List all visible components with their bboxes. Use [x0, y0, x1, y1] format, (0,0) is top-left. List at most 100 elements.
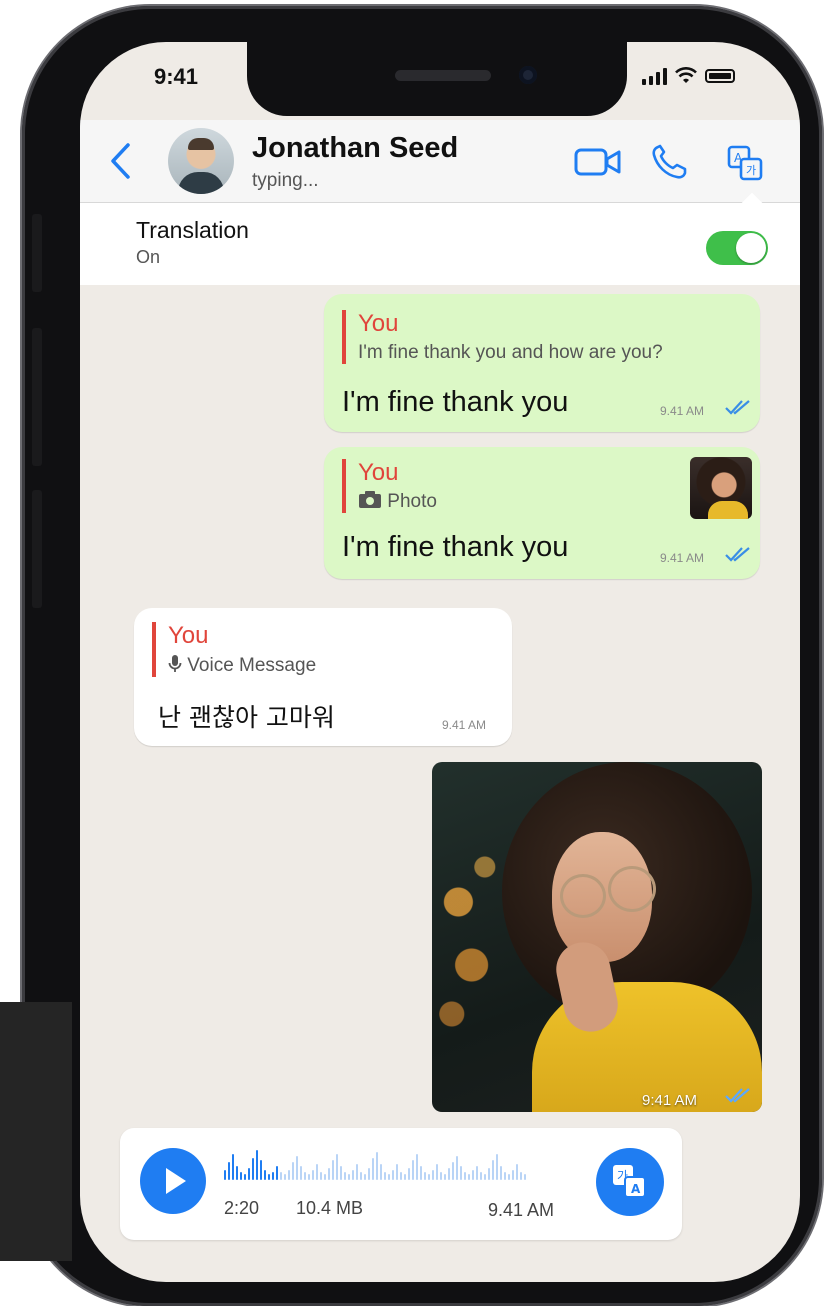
waveform-bar: [444, 1174, 446, 1180]
waveform-bar: [432, 1170, 434, 1180]
reply-quote: You I'm fine thank you and how are you?: [342, 310, 663, 364]
waveform-bar: [328, 1168, 330, 1180]
photo-time: 9:41 AM: [642, 1092, 698, 1109]
voice-time: 9.41 AM: [488, 1200, 555, 1220]
screen: 9:41 Jonathan Seed typing... A 가 Transla…: [80, 42, 800, 1282]
status-icons: [642, 64, 735, 88]
avatar[interactable]: [168, 128, 234, 194]
waveform-bar: [360, 1172, 362, 1180]
waveform-bar: [296, 1156, 298, 1180]
cellular-signal-icon: [642, 67, 667, 85]
waveform-bar: [412, 1160, 414, 1180]
waveform-bar: [392, 1170, 394, 1180]
waveform-bar: [472, 1170, 474, 1180]
video-call-icon[interactable]: [574, 144, 622, 178]
voice-message: 2:20 10.4 MB 9.41 AM 가 A: [120, 1128, 682, 1240]
waveform-bar: [264, 1170, 266, 1180]
waveform-bar: [476, 1166, 478, 1180]
voice-size: 10.4 MB: [296, 1198, 364, 1218]
waveform-bar: [460, 1166, 462, 1180]
translation-title: Translation: [136, 217, 249, 243]
waveform-bar: [440, 1172, 442, 1180]
wifi-icon: [675, 67, 697, 83]
waveform-bar: [508, 1174, 510, 1180]
contact-status: typing...: [252, 170, 319, 191]
message-text: I'm fine thank you: [342, 531, 569, 563]
message-text: 난 괜찮아 고마워: [158, 703, 335, 732]
contact-name[interactable]: Jonathan Seed: [252, 132, 458, 165]
message-time: 9.41 AM: [442, 718, 487, 732]
reply-quote: You Voice Message: [152, 622, 316, 677]
waveform-bar: [512, 1170, 514, 1180]
waveform-bar: [252, 1158, 254, 1180]
phone-call-icon[interactable]: [650, 144, 690, 180]
waveform-bar: [468, 1174, 470, 1180]
waveform-bar: [284, 1174, 286, 1180]
status-time: 9:41: [154, 64, 199, 89]
waveform-bar: [492, 1160, 494, 1180]
waveform-bar: [352, 1170, 354, 1180]
waveform-bar: [424, 1172, 426, 1180]
photo-label: Photo: [387, 491, 437, 512]
waveform-bar: [496, 1154, 498, 1180]
translation-state: On: [136, 247, 161, 267]
waveform-bar: [236, 1166, 238, 1180]
waveform-bar: [272, 1172, 274, 1180]
waveform-bar: [484, 1174, 486, 1180]
translate-icon[interactable]: A 가: [726, 144, 766, 184]
waveform-bar: [388, 1174, 390, 1180]
waveform-bar: [300, 1166, 302, 1180]
waveform-bar: [500, 1166, 502, 1180]
waveform-bar: [380, 1164, 382, 1180]
waveform[interactable]: [224, 1146, 526, 1180]
waveform-bar: [280, 1172, 282, 1180]
message-bubble[interactable]: You Voice Message 난 괜찮아 고마워 9.41 AM: [134, 608, 512, 746]
reply-text: Photo: [358, 491, 437, 513]
waveform-bar: [464, 1172, 466, 1180]
front-camera: [519, 66, 537, 84]
message-bubble[interactable]: You Photo I'm fine thank you 9.41 AM: [324, 447, 760, 579]
waveform-bar: [248, 1168, 250, 1180]
photo-message[interactable]: 9:41 AM: [432, 762, 762, 1112]
waveform-bar: [292, 1162, 294, 1180]
translate-icon: 가 A: [613, 1165, 646, 1198]
reply-sender: You: [358, 310, 399, 337]
translation-toggle[interactable]: [706, 231, 768, 265]
chat-header: Jonathan Seed typing... A 가: [80, 120, 800, 203]
waveform-bar: [396, 1164, 398, 1180]
reply-sender: You: [358, 459, 399, 486]
speaker: [395, 70, 491, 81]
voice-duration: 2:20: [224, 1198, 260, 1218]
waveform-bar: [240, 1172, 242, 1180]
svg-text:가: 가: [746, 164, 756, 177]
waveform-bar: [520, 1172, 522, 1180]
read-receipt-icon: [725, 1088, 750, 1103]
translate-button[interactable]: 가 A: [596, 1148, 664, 1216]
waveform-bar: [288, 1170, 290, 1180]
read-receipt-icon: [725, 400, 750, 415]
waveform-bar: [416, 1154, 418, 1180]
photo-thumbnail: [690, 457, 752, 519]
back-chevron-icon[interactable]: [108, 142, 132, 180]
waveform-bar: [256, 1150, 258, 1180]
waveform-bar: [344, 1172, 346, 1180]
mute-switch: [32, 214, 42, 292]
waveform-bar: [308, 1174, 310, 1180]
message-bubble[interactable]: You I'm fine thank you and how are you? …: [324, 294, 760, 432]
waveform-bar: [428, 1174, 430, 1180]
notch: [247, 42, 627, 116]
waveform-bar: [504, 1172, 506, 1180]
waveform-bar: [332, 1160, 334, 1180]
waveform-bar: [232, 1154, 234, 1180]
waveform-bar: [304, 1172, 306, 1180]
reply-text: Voice Message: [168, 654, 316, 677]
svg-text:A: A: [734, 151, 743, 165]
waveform-bar: [376, 1152, 378, 1180]
phone-frame: 9:41 Jonathan Seed typing... A 가 Transla…: [22, 6, 822, 1306]
waveform-bar: [276, 1166, 278, 1180]
waveform-bar: [448, 1168, 450, 1180]
reply-sender: You: [168, 622, 209, 649]
svg-text:A: A: [631, 1182, 641, 1196]
play-button[interactable]: [140, 1148, 206, 1214]
volume-up-button: [32, 328, 42, 466]
